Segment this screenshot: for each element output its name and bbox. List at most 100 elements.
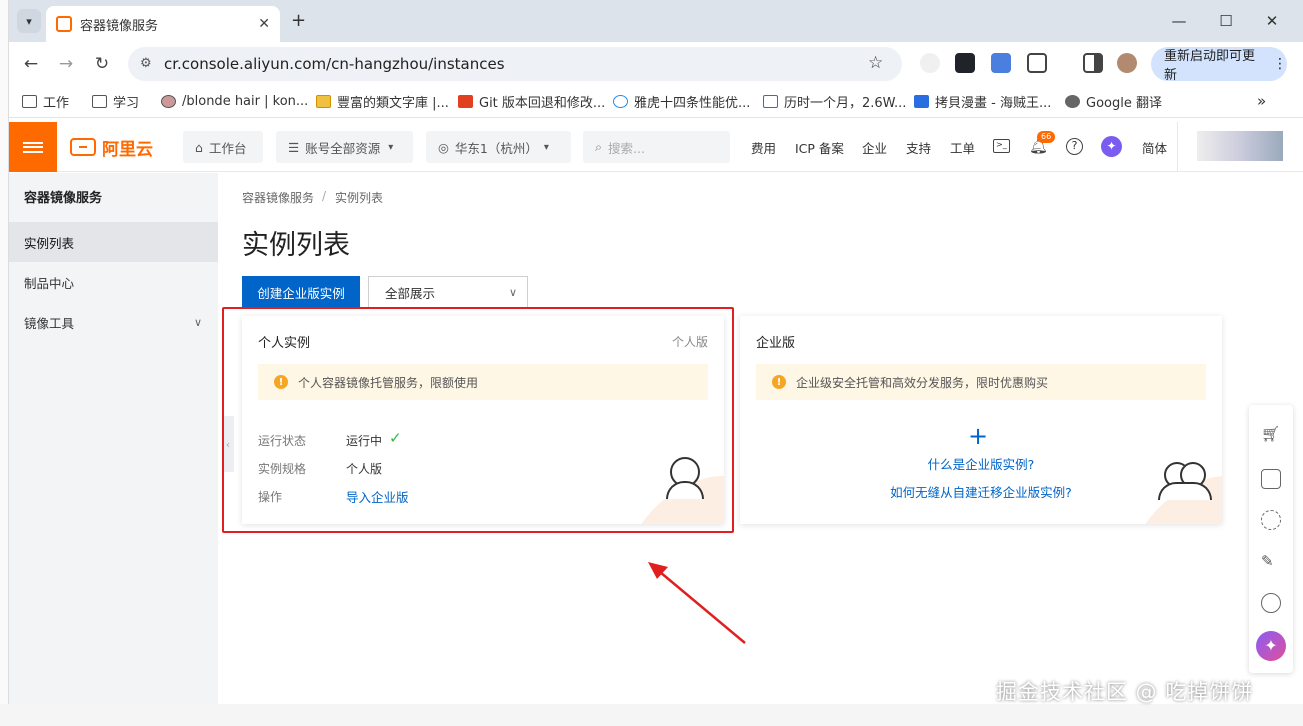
bookmark-item[interactable]: 豐富的類文字庫 |... <box>316 86 449 116</box>
bookmark-star-icon[interactable]: ☆ <box>868 53 883 73</box>
bookmark-favicon-icon <box>763 94 778 108</box>
sidebar-title: 容器镜像服务 <box>24 190 103 206</box>
bookmark-label: 豐富的類文字庫 |... <box>337 95 449 111</box>
background-bottom-strip <box>0 704 1303 726</box>
extensions-puzzle-icon[interactable] <box>1027 53 1047 73</box>
ai-sparkle-icon[interactable]: ✦ <box>1256 631 1286 661</box>
region-label: 华东1（杭州） <box>454 140 538 156</box>
bookmark-favicon-icon <box>458 94 473 108</box>
folder-icon <box>22 94 37 108</box>
nav-icp[interactable]: ICP 备案 <box>795 138 844 157</box>
search-placeholder: 搜索... <box>608 140 645 156</box>
help-icon[interactable]: ? <box>1066 138 1083 155</box>
add-icon[interactable]: + <box>968 422 988 450</box>
tab-active[interactable]: 容器镜像服务 ✕ <box>46 6 280 42</box>
workbench-button[interactable]: ⌂ 工作台 <box>183 131 263 163</box>
filter-value: 全部展示 <box>385 285 436 301</box>
new-tab-icon[interactable]: + <box>291 10 306 31</box>
bookmark-label: Google 翻译 <box>1086 95 1162 111</box>
migrate-enterprise-link[interactable]: 如何无缝从自建迁移企业版实例? <box>740 482 1222 501</box>
bookmark-label: 拷貝漫畫 - 海贼王... <box>935 95 1052 111</box>
bookmark-folder-work[interactable]: 工作 <box>22 86 69 116</box>
resource-group-select[interactable]: ☰ 账号全部资源 ▾ <box>276 131 413 163</box>
notification-badge: 66 <box>1037 131 1056 143</box>
sidebar-item-label: 镜像工具 <box>24 315 75 331</box>
ai-assistant-icon[interactable]: ✦ <box>1101 136 1122 157</box>
restart-to-update-button[interactable]: 重新启动即可更新 ⋮ <box>1151 47 1287 83</box>
filter-select[interactable]: 全部展示 ∨ <box>368 276 528 308</box>
what-is-enterprise-link[interactable]: 什么是企业版实例? <box>740 454 1222 473</box>
maximize-icon[interactable]: ☐ <box>1213 8 1239 34</box>
language-switch[interactable]: 简体 <box>1142 138 1167 157</box>
nav-support[interactable]: 支持 <box>906 138 931 157</box>
customer-service-icon[interactable] <box>1261 593 1281 613</box>
bookmark-item[interactable]: 拷貝漫畫 - 海贼王... <box>914 86 1051 116</box>
resource-icon: ☰ <box>288 139 300 155</box>
back-icon[interactable]: ← <box>20 53 42 75</box>
create-enterprise-instance-button[interactable]: 创建企业版实例 <box>242 276 360 308</box>
terminal-icon[interactable]: >_ <box>993 139 1010 153</box>
translate-extension-icon[interactable] <box>991 53 1011 73</box>
aliyun-logo-icon <box>70 138 96 156</box>
bookmark-item[interactable]: Git 版本回退和修改... <box>458 86 605 116</box>
notice-text: 企业级安全托管和高效分发服务，限时优惠购买 <box>796 375 1049 390</box>
aliyun-logo[interactable]: 阿里云 <box>70 134 153 160</box>
site-info-icon[interactable]: ⚙ <box>140 56 152 71</box>
chevron-down-icon: ▾ <box>388 141 394 153</box>
tab-close-icon[interactable]: ✕ <box>258 16 270 32</box>
minimize-icon[interactable]: — <box>1166 8 1192 34</box>
tab-search-icon[interactable]: ▾ <box>17 9 41 33</box>
resource-label: 账号全部资源 <box>305 140 381 156</box>
bookmark-item[interactable]: /blonde hair | kon... <box>161 86 308 116</box>
bookmark-label: 学习 <box>113 95 140 111</box>
hamburger-icon <box>23 139 43 155</box>
close-window-icon[interactable]: ✕ <box>1259 8 1285 34</box>
browser-menu-icon[interactable]: ⋮ <box>1273 56 1287 72</box>
search-icon: ⌕ <box>595 139 603 154</box>
background-desktop-strip <box>0 0 9 726</box>
profile-avatar[interactable] <box>1117 53 1137 73</box>
nav-enterprise[interactable]: 企业 <box>862 138 887 157</box>
button-label: 创建企业版实例 <box>257 285 345 301</box>
home-icon: ⌂ <box>195 139 203 155</box>
breadcrumb-separator: / <box>322 189 327 203</box>
card-title: 企业版 <box>756 336 796 351</box>
react-devtools-icon[interactable] <box>955 53 975 73</box>
bookmark-label: Git 版本回退和修改... <box>479 95 606 111</box>
bookmark-favicon-icon <box>161 94 176 108</box>
region-select[interactable]: ◎ 华东1（杭州） ▾ <box>426 131 571 163</box>
settings-gear-icon[interactable] <box>1261 510 1281 530</box>
menu-hamburger-button[interactable] <box>9 122 57 172</box>
annotation-arrow <box>648 562 746 644</box>
cart-icon[interactable]: 🛒︎ <box>1261 425 1281 445</box>
people-body-shape <box>1158 482 1212 500</box>
forward-icon[interactable]: → <box>55 53 77 75</box>
bookmark-item[interactable]: Google 翻译 <box>1065 86 1162 116</box>
search-input[interactable]: ⌕ 搜索... <box>583 131 730 163</box>
chevron-down-icon: ∨ <box>508 285 517 299</box>
edit-feedback-icon[interactable]: ✎ <box>1261 552 1281 572</box>
url-text: cr.console.aliyun.com/cn-hangzhou/instan… <box>164 55 505 73</box>
nav-billing[interactable]: 费用 <box>751 138 776 157</box>
sidebar-item-artifacts[interactable]: 制品中心 <box>9 262 218 302</box>
bookmarks-overflow-icon[interactable]: » <box>1257 86 1266 116</box>
bookmark-item[interactable]: 历时一个月，2.6W... <box>763 86 906 116</box>
bookmark-label: /blonde hair | kon... <box>182 93 309 109</box>
bookmark-folder-study[interactable]: 学习 <box>92 86 139 116</box>
sidebar-item-label: 实例列表 <box>24 235 75 251</box>
sidebar-item-instances[interactable]: 实例列表 <box>9 222 218 262</box>
sidebar-item-image-tools[interactable]: 镜像工具 ∨ <box>9 302 218 342</box>
reload-icon[interactable]: ↻ <box>91 53 113 75</box>
document-icon[interactable] <box>1261 469 1281 489</box>
restart-label: 重新启动即可更新 <box>1164 49 1256 83</box>
enterprise-instance-card[interactable]: 企业版 ! 企业级安全托管和高效分发服务，限时优惠购买 + 什么是企业版实例? 如… <box>740 316 1222 524</box>
side-panel-icon[interactable] <box>1083 53 1103 73</box>
bookmark-item[interactable]: 雅虎十四条性能优... <box>613 86 750 116</box>
extension-1-icon[interactable] <box>920 53 940 73</box>
bookmark-favicon-icon <box>316 94 331 108</box>
bookmark-favicon-icon <box>914 94 929 108</box>
address-bar[interactable]: ⚙ cr.console.aliyun.com/cn-hangzhou/inst… <box>128 47 902 81</box>
user-account-avatar[interactable] <box>1197 131 1283 161</box>
breadcrumb-root[interactable]: 容器镜像服务 <box>242 189 314 206</box>
nav-ticket[interactable]: 工单 <box>950 138 975 157</box>
